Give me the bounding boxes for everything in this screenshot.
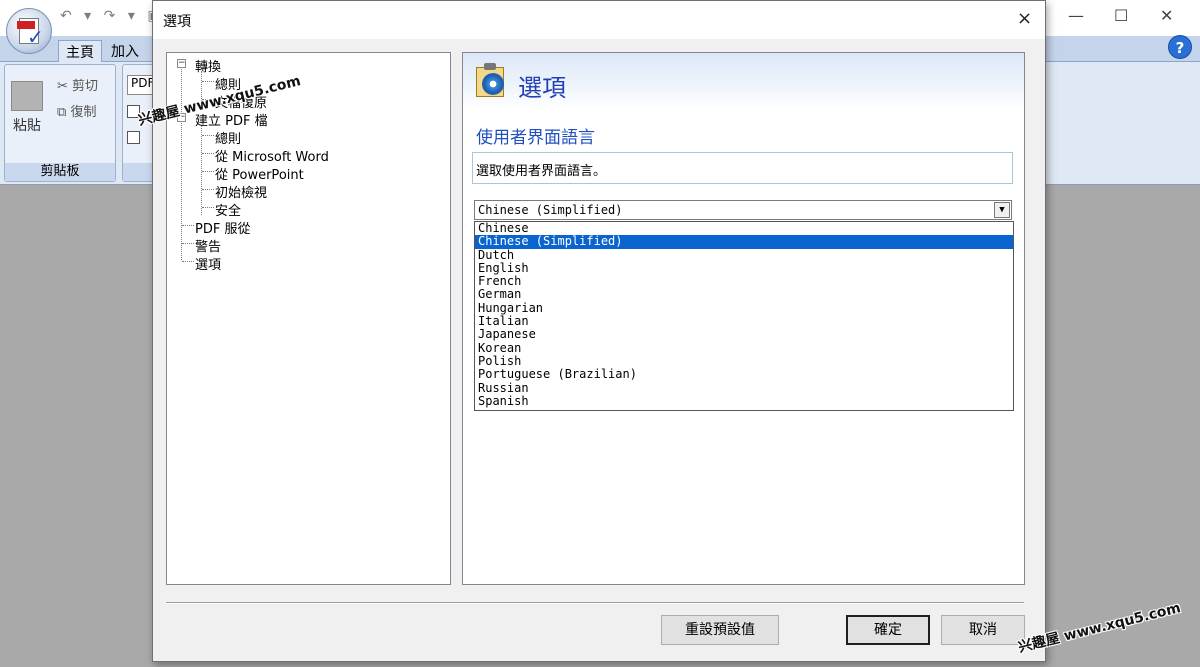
- cut-label: 剪切: [72, 79, 99, 94]
- content-header: 選項: [463, 53, 1024, 111]
- ribbon-checkbox-2[interactable]: [127, 131, 140, 144]
- minimize-icon[interactable]: —: [1068, 6, 1084, 25]
- tree-item-initial-view[interactable]: 初始檢視: [215, 182, 267, 201]
- language-option-hungarian[interactable]: Hungarian: [475, 301, 1013, 315]
- language-option-italian[interactable]: Italian: [475, 314, 1013, 328]
- paste-icon[interactable]: [11, 81, 43, 111]
- language-option-german[interactable]: German: [475, 288, 1013, 302]
- dialog-title: 選項: [163, 14, 191, 30]
- language-dropdown-list[interactable]: Chinese Chinese (Simplified) Dutch Engli…: [474, 221, 1014, 411]
- reset-defaults-button[interactable]: 重設預設值: [661, 615, 779, 645]
- close-icon[interactable]: ✕: [1160, 6, 1173, 25]
- clipboard-group-label: 剪貼板: [5, 163, 115, 181]
- dialog-title-bar: 選項 ×: [153, 1, 1045, 39]
- language-select[interactable]: Chinese (Simplified) ▼: [474, 200, 1012, 220]
- dialog-close-icon[interactable]: ×: [1017, 8, 1032, 29]
- language-option-chinese[interactable]: Chinese: [475, 221, 1013, 235]
- options-dialog: 選項 × − 轉換 總則 文檔復原 − 建立 PDF 檔 總則 從 Micros…: [152, 0, 1046, 662]
- tree-item-security[interactable]: 安全: [215, 200, 241, 219]
- options-content-panel: 選項 使用者界面語言 選取使用者界面語言。 Chinese (Simplifie…: [462, 52, 1025, 585]
- tab-home[interactable]: 主頁: [58, 40, 102, 62]
- language-option-spanish[interactable]: Spanish: [475, 394, 1013, 408]
- content-header-title: 選項: [518, 74, 566, 102]
- copy-button[interactable]: ⧉ 復制: [57, 101, 96, 120]
- language-option-korean[interactable]: Korean: [475, 341, 1013, 355]
- dialog-separator: [166, 602, 1024, 604]
- maximize-icon[interactable]: ☐: [1114, 6, 1128, 25]
- tree-expander-conversion[interactable]: −: [177, 59, 186, 68]
- language-option-english[interactable]: English: [475, 261, 1013, 275]
- cut-button[interactable]: ✂ 剪切: [57, 75, 98, 94]
- options-tree[interactable]: − 轉換 總則 文檔復原 − 建立 PDF 檔 總則 從 Microsoft W…: [166, 52, 451, 585]
- description-box: 選取使用者界面語言。: [472, 152, 1013, 184]
- tree-item-conversion[interactable]: 轉換: [195, 56, 221, 75]
- cancel-button[interactable]: 取消: [941, 615, 1025, 645]
- tree-item-warnings[interactable]: 警告: [195, 236, 221, 255]
- chevron-down-icon[interactable]: ▼: [994, 202, 1010, 218]
- clipboard-group: 粘貼 ✂ 剪切 ⧉ 復制 剪貼板: [4, 64, 116, 182]
- language-option-russian[interactable]: Russian: [475, 381, 1013, 395]
- copy-label: 復制: [70, 105, 97, 120]
- language-option-chinese-simplified[interactable]: Chinese (Simplified): [475, 234, 1013, 249]
- language-select-value: Chinese (Simplified): [478, 203, 623, 217]
- language-option-japanese[interactable]: Japanese: [475, 328, 1013, 342]
- copy-icon: ⧉: [57, 105, 67, 120]
- clipboard-gear-icon: [473, 63, 509, 99]
- tree-item-from-powerpoint[interactable]: 從 PowerPoint: [215, 164, 304, 183]
- language-option-polish[interactable]: Polish: [475, 354, 1013, 368]
- tab-add[interactable]: 加入: [104, 40, 146, 62]
- quick-access-toolbar[interactable]: ↶ ▾ ↷ ▾ ▣: [60, 8, 165, 24]
- tree-item-pdf-compliance[interactable]: PDF 服從: [195, 218, 250, 237]
- language-option-french[interactable]: French: [475, 274, 1013, 288]
- app-logo-icon[interactable]: ✓: [6, 8, 52, 54]
- section-title: 使用者界面語言: [476, 128, 595, 148]
- tree-item-create-pdf-general[interactable]: 總則: [215, 128, 241, 147]
- language-option-dutch[interactable]: Dutch: [475, 248, 1013, 262]
- ok-button[interactable]: 確定: [846, 615, 930, 645]
- paste-button[interactable]: 粘貼: [13, 115, 41, 135]
- scissors-icon: ✂: [57, 79, 68, 94]
- language-option-portuguese-brazilian[interactable]: Portuguese (Brazilian): [475, 367, 1013, 381]
- tree-item-from-word[interactable]: 從 Microsoft Word: [215, 146, 329, 165]
- help-icon[interactable]: ?: [1168, 35, 1192, 59]
- tree-item-options[interactable]: 選項: [195, 254, 221, 273]
